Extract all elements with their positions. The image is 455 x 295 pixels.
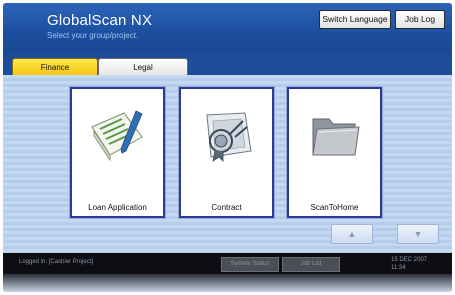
header-bar: GlobalScan NX Select your group/project.…: [3, 3, 452, 53]
contract-seal-icon: [206, 112, 252, 162]
scroll-down-button[interactable]: ▼: [397, 224, 439, 244]
switch-language-button[interactable]: Switch Language: [319, 10, 391, 29]
folder-icon: [312, 118, 360, 156]
screen-reflection: [3, 274, 452, 292]
app-subtitle: Select your group/project.: [47, 31, 139, 40]
system-status-button[interactable]: System Status: [221, 257, 279, 272]
tile-label-contract: Contract: [211, 203, 242, 212]
job-list-button[interactable]: Job List: [282, 257, 340, 272]
tile-label-scantohome: ScanToHome: [310, 203, 359, 212]
tile-contract[interactable]: Contract: [179, 87, 274, 218]
logged-in-text: Logged in: [Cashier Project]: [19, 259, 94, 265]
tile-scantohome[interactable]: ScanToHome: [287, 87, 382, 218]
tile-loan-application[interactable]: Loan Application: [70, 87, 165, 218]
device-screen: GlobalScan NX Select your group/project.…: [3, 3, 452, 292]
scroll-up-button[interactable]: ▲: [331, 224, 373, 244]
tile-label-loan-application: Loan Application: [88, 203, 147, 212]
tab-finance[interactable]: Finance: [12, 58, 98, 76]
tab-legal[interactable]: Legal: [98, 58, 188, 76]
loan-form-pen-icon: [91, 110, 143, 162]
status-date: 15 DEC 2007: [391, 257, 428, 263]
app-title: GlobalScan NX: [47, 12, 153, 29]
job-log-button[interactable]: Job Log: [395, 10, 445, 29]
status-time: 11:34: [391, 265, 406, 271]
